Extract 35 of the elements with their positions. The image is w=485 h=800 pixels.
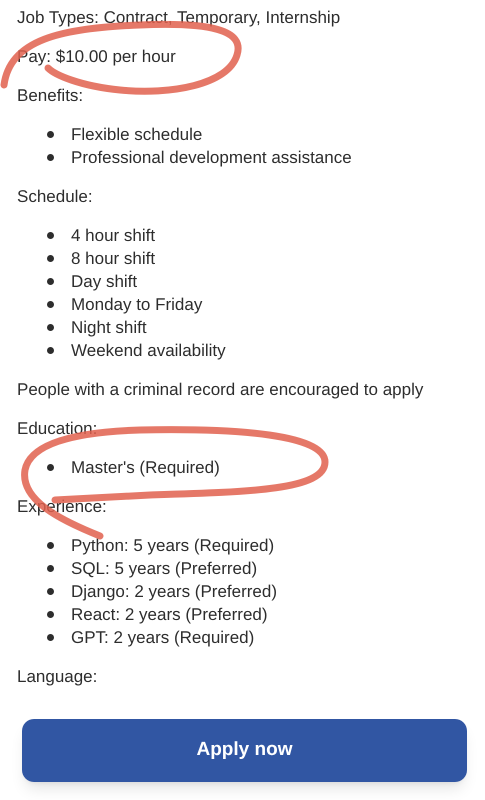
list-item: Weekend availability: [71, 340, 226, 362]
bullet-icon: [47, 255, 54, 262]
bullet-icon: [47, 588, 54, 595]
bullet-icon: [47, 301, 54, 308]
bullet-icon: [47, 634, 54, 641]
list-item: React: 2 years (Preferred): [71, 604, 268, 626]
bullet-icon: [47, 464, 54, 471]
text-line: Language:: [17, 666, 98, 688]
text-line: Benefits:: [17, 85, 84, 107]
bullet-icon: [47, 131, 54, 138]
bullet-icon: [47, 278, 54, 285]
bullet-icon: [47, 324, 54, 331]
list-item: GPT: 2 years (Required): [71, 627, 254, 649]
list-item: Django: 2 years (Preferred): [71, 581, 277, 603]
bullet-icon: [47, 232, 54, 239]
text-line: Education:: [17, 418, 98, 440]
list-item: 4 hour shift: [71, 225, 156, 247]
list-item: Python: 5 years (Required): [71, 535, 274, 557]
list-item: Monday to Friday: [71, 294, 202, 316]
bullet-icon: [47, 154, 54, 161]
bullet-icon: [47, 542, 54, 549]
text-line: Schedule:: [17, 186, 93, 208]
list-item: Master's (Required): [71, 457, 220, 479]
apply-button[interactable]: Apply now: [22, 719, 467, 782]
list-item: SQL: 5 years (Preferred): [71, 558, 258, 580]
list-item: 8 hour shift: [71, 248, 156, 270]
list-item: Flexible schedule: [71, 124, 202, 146]
text-line: People with a criminal record are encouraged to apply: [17, 379, 424, 401]
list-item: Night shift: [71, 317, 147, 339]
bullet-icon: [47, 611, 54, 618]
bullet-icon: [47, 565, 54, 572]
text-line: Pay: $10.00 per hour: [17, 46, 176, 68]
list-item: Professional development assistance: [71, 147, 352, 169]
list-item: Day shift: [71, 271, 138, 293]
bullet-icon: [47, 347, 54, 354]
